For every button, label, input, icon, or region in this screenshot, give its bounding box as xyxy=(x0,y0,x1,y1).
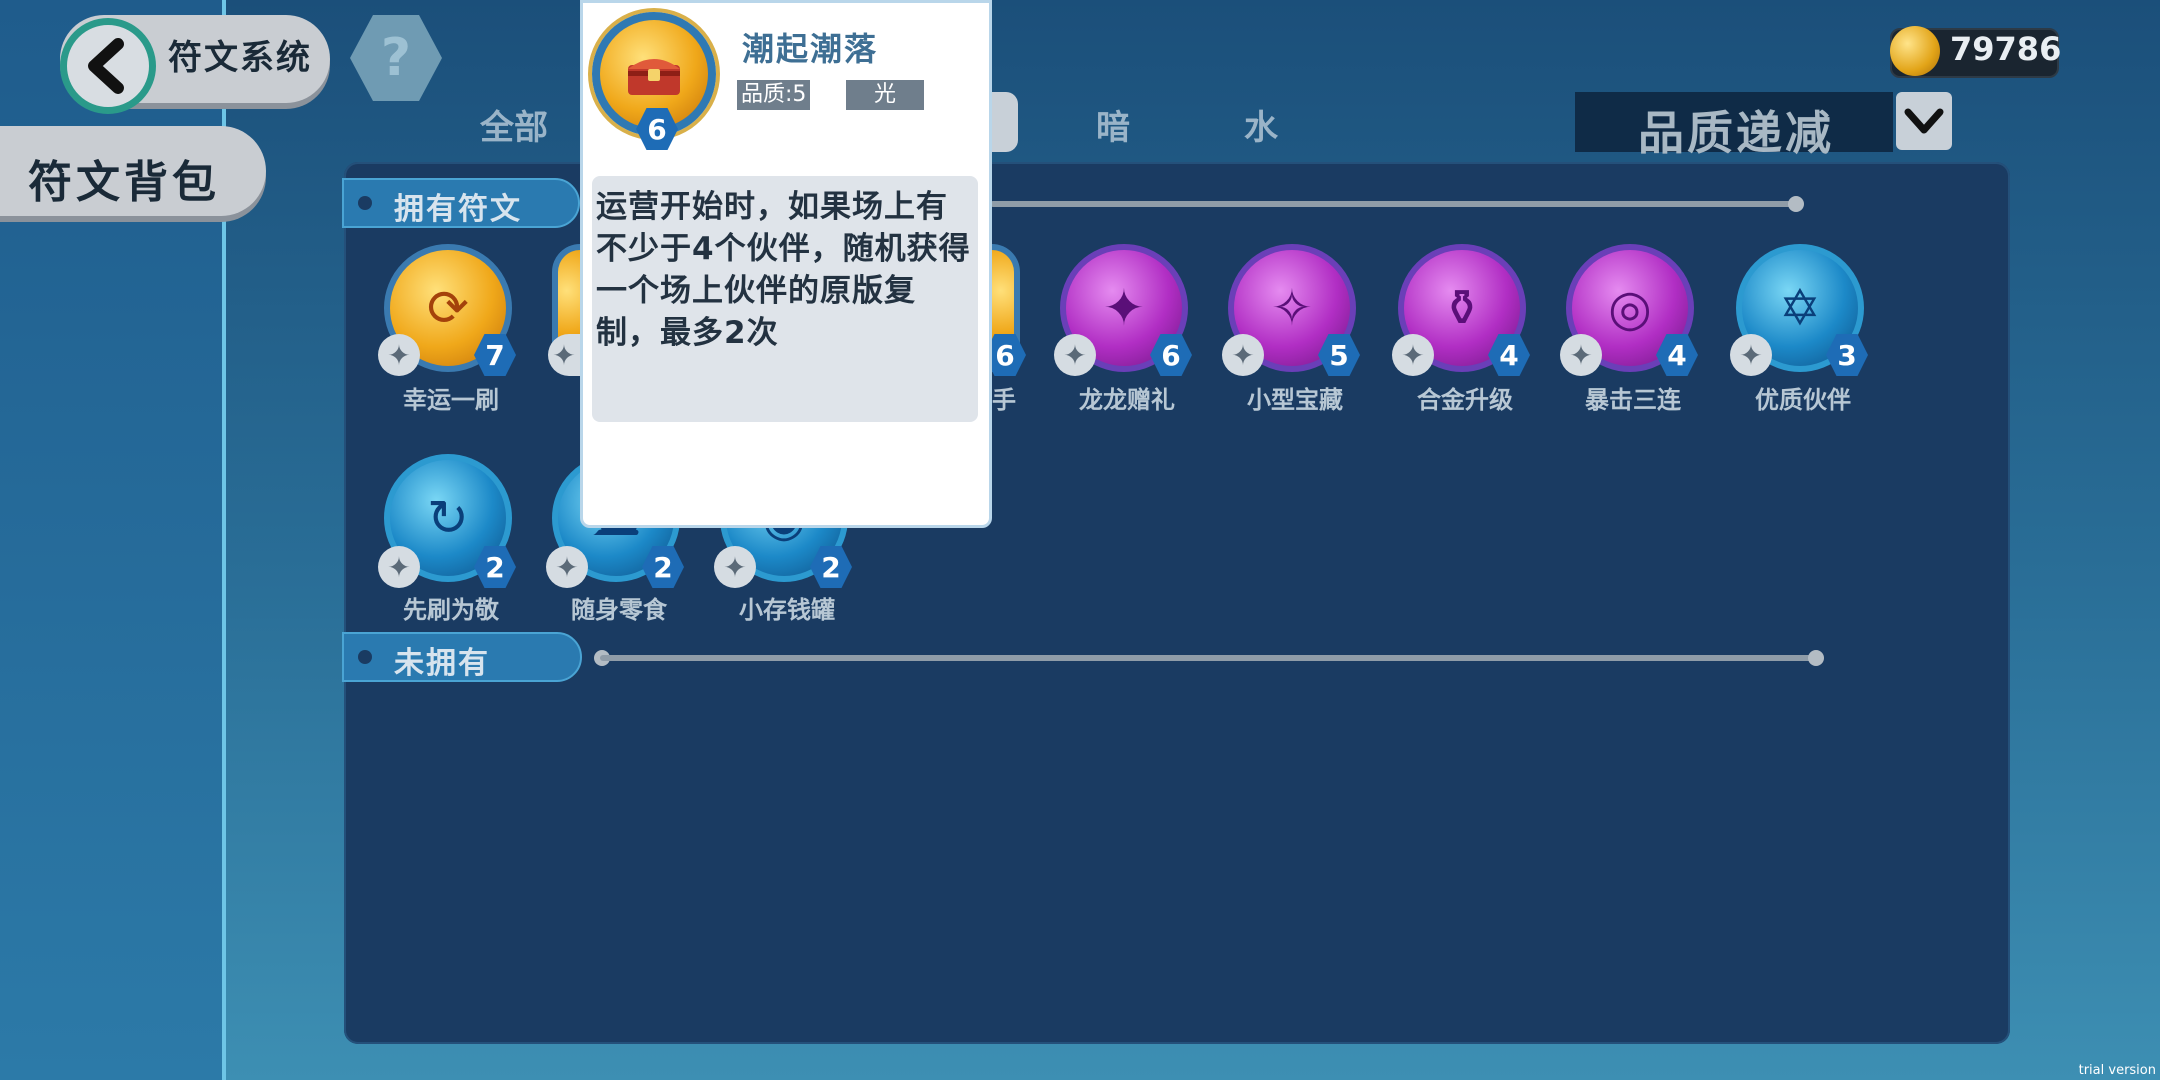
rune-glyph: ✦ xyxy=(1103,279,1145,337)
star-icon: ✦ xyxy=(548,334,580,376)
tooltip-quality: 品质:5 xyxy=(737,80,811,110)
rune-glyph: ↻ xyxy=(427,489,469,547)
chevron-down-icon xyxy=(1904,108,1944,134)
star-icon: ✦ xyxy=(1054,334,1096,376)
star-icon: ✦ xyxy=(378,334,420,376)
star-icon: ✦ xyxy=(1392,334,1434,376)
rune-name: 暴击三连 xyxy=(1585,386,1681,414)
rune-name: 随身零食 xyxy=(571,596,667,624)
sidebar-item-label: 符文背包 xyxy=(28,157,220,208)
page-title: 符文系统 xyxy=(168,38,312,78)
tooltip-element: 光 xyxy=(846,80,924,110)
star-icon: ✦ xyxy=(714,546,756,588)
tooltip-description: 运营开始时，如果场上有不少于4个伙伴，随机获得一个场上伙伴的原版复制，最多2次 xyxy=(592,176,978,422)
rune-name-fragment: 手 xyxy=(992,386,1016,414)
tab-dark[interactable]: 暗 xyxy=(1096,100,1130,149)
tooltip-title: 潮起潮落 xyxy=(742,30,879,68)
currency-amount: 79786 xyxy=(1950,30,2062,68)
back-icon-circle[interactable] xyxy=(60,18,156,114)
rune-name: 合金升级 xyxy=(1417,386,1513,414)
rune-glyph: ◎ xyxy=(1608,279,1652,337)
not-owned-section-label: 未拥有 xyxy=(394,646,490,681)
section-dot xyxy=(358,650,372,664)
rune-name: 小存钱罐 xyxy=(739,596,835,624)
star-icon: ✦ xyxy=(546,546,588,588)
star-icon: ✦ xyxy=(1560,334,1602,376)
owned-section-label: 拥有符文 xyxy=(394,192,522,227)
rune-glyph: ✡ xyxy=(1779,279,1821,337)
separator-end xyxy=(1788,196,1804,212)
section-dot xyxy=(358,196,372,210)
sort-toggle-button[interactable] xyxy=(1896,92,1952,150)
rune-glyph: ✧ xyxy=(1271,279,1313,337)
rune-name: 先刷为敬 xyxy=(403,596,499,624)
rune-name: 幸运一刷 xyxy=(403,386,499,414)
owned-separator xyxy=(990,201,1796,207)
treasure-chest-icon xyxy=(628,59,680,95)
separator-end xyxy=(1808,650,1824,666)
tab-all[interactable]: 全部 xyxy=(480,100,548,149)
not-owned-separator xyxy=(600,655,1818,661)
help-button[interactable]: ? xyxy=(350,15,442,101)
sort-label: 品质递减 xyxy=(1638,106,1834,160)
rune-name: 龙龙赠礼 xyxy=(1079,386,1175,414)
rune-name: 小型宝藏 xyxy=(1247,386,1343,414)
chevron-left-icon xyxy=(88,38,124,94)
rune-glyph: ⚱ xyxy=(1441,279,1483,337)
watermark: trial version xyxy=(2078,1063,2156,1078)
star-icon: ✦ xyxy=(378,546,420,588)
help-icon: ? xyxy=(380,28,412,88)
star-icon: ✦ xyxy=(1222,334,1264,376)
rune-glyph: ⟳ xyxy=(427,279,469,337)
star-icon: ✦ xyxy=(1730,334,1772,376)
gold-coin-icon xyxy=(1890,26,1940,76)
rune-name: 优质伙伴 xyxy=(1755,386,1851,414)
tab-water[interactable]: 水 xyxy=(1244,100,1278,149)
